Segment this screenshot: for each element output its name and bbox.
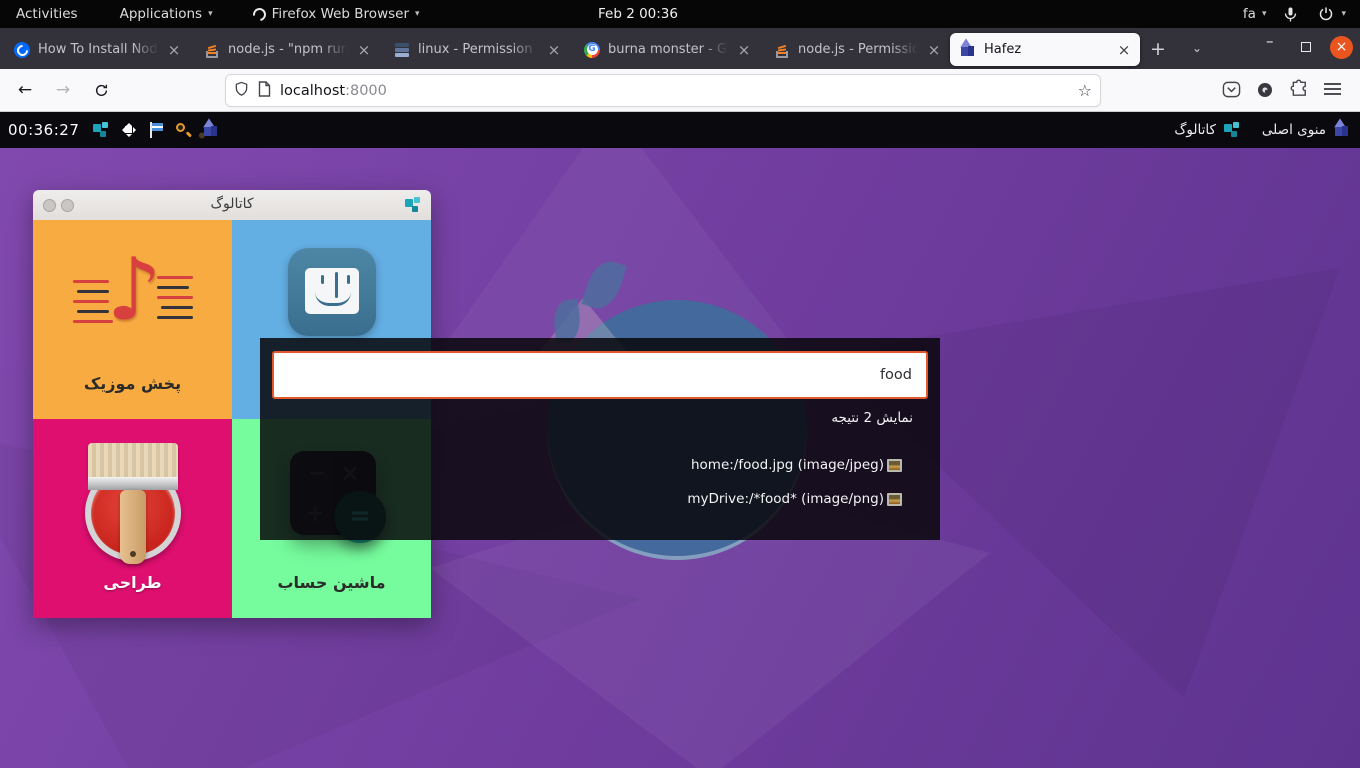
page-status-bar: 00:36:27 منوی اصلی کاتالوگ <box>0 112 1360 148</box>
extensions-puzzle-icon[interactable] <box>1290 79 1309 102</box>
cube-icon <box>1334 118 1350 138</box>
tab-linux-permission[interactable]: linux - Permission de × <box>384 33 570 66</box>
menu-item-main-menu[interactable]: منوی اصلی <box>1262 118 1350 138</box>
page-info-icon[interactable] <box>258 80 271 101</box>
system-menu[interactable]: ▾ <box>1311 0 1354 28</box>
catalog-window-titlebar[interactable]: کاتالوگ <box>33 190 431 220</box>
tab-burna-monster[interactable]: burna monster - Goo × <box>574 33 760 66</box>
page-background: کاتالوگ ♪ پخش موزیک طراحی ماشین حساب foo… <box>0 148 1360 768</box>
status-clock: 00:36:27 <box>8 121 80 139</box>
tile-label: پخش موزیک <box>83 374 182 393</box>
keyboard-layout-indicator[interactable]: fa ▾ <box>1239 0 1271 28</box>
close-tab-icon[interactable]: × <box>736 41 752 59</box>
back-button[interactable]: ← <box>12 77 38 103</box>
tab-npm-run[interactable]: node.js - "npm run b × <box>194 33 380 66</box>
search-icon[interactable] <box>175 122 193 139</box>
result-count-label: نمایش 2 نتیجه <box>831 410 913 426</box>
finder-icon <box>287 248 376 336</box>
flag-icon[interactable] <box>149 122 164 138</box>
chevron-down-icon: ▾ <box>208 9 213 19</box>
close-tab-icon[interactable]: × <box>1116 41 1132 59</box>
tile-label: ماشین حساب <box>277 573 386 592</box>
framed-picture-icon <box>887 492 902 506</box>
search-result-item[interactable]: myDrive:/*food* (image/png) <box>687 491 902 507</box>
firefox-icon <box>250 4 269 24</box>
stackoverflow-icon <box>774 42 790 58</box>
catalog-squares-icon <box>1223 122 1240 138</box>
microphone-icon[interactable] <box>1284 7 1297 22</box>
url-bar[interactable]: localhost:8000 ☆ <box>226 75 1100 106</box>
power-icon <box>1319 7 1333 21</box>
stackoverflow-icon <box>204 42 220 58</box>
close-tab-icon[interactable]: × <box>546 41 562 59</box>
search-result-item[interactable]: home:/food.jpg (image/jpeg) <box>691 457 902 473</box>
stackexchange-icon <box>394 42 410 58</box>
framed-picture-icon <box>887 458 902 472</box>
tile-design[interactable]: طراحی <box>33 419 232 618</box>
tile-label: طراحی <box>103 573 162 592</box>
applications-menu[interactable]: Applications ▾ <box>108 0 225 28</box>
paint-brush-icon <box>81 443 185 571</box>
chevron-down-icon: ▾ <box>1341 9 1346 19</box>
google-icon <box>584 41 600 58</box>
shield-icon[interactable] <box>234 81 249 101</box>
catalog-window-title: کاتالوگ <box>210 196 254 212</box>
cube-icon <box>960 37 976 58</box>
pocket-icon[interactable] <box>1222 80 1241 103</box>
tab-how-to-install-node[interactable]: How To Install Node × <box>4 33 190 66</box>
menu-item-catalog[interactable]: کاتالوگ <box>1174 122 1240 138</box>
bookmark-star-icon[interactable]: ☆ <box>1078 81 1092 100</box>
move-handle-icon[interactable] <box>120 121 138 139</box>
tab-hafez-active[interactable]: Hafez × <box>950 33 1140 66</box>
music-note-icon: ♪ <box>72 244 193 350</box>
tile-music-player[interactable]: ♪ پخش موزیک <box>33 220 232 419</box>
tab-nodejs-permission[interactable]: node.js - Permission × <box>764 33 950 66</box>
search-overlay: نمایش 2 نتیجه home:/food.jpg (image/jpeg… <box>260 338 940 540</box>
new-tab-button[interactable]: + <box>1150 38 1166 60</box>
profile-badge-icon[interactable] <box>1257 82 1273 102</box>
chevron-down-icon: ▾ <box>1261 9 1267 19</box>
close-tab-icon[interactable]: × <box>166 41 182 59</box>
forward-button[interactable]: → <box>50 77 76 103</box>
digitalocean-icon <box>14 41 30 58</box>
cube-icon[interactable] <box>203 118 219 138</box>
clock[interactable]: Feb 2 00:36 <box>598 0 678 28</box>
chevron-down-icon: ▾ <box>415 9 420 19</box>
catalog-squares-icon <box>405 197 421 213</box>
hamburger-menu-icon[interactable] <box>1324 81 1341 100</box>
browser-tab-bar: How To Install Node × node.js - "npm run… <box>0 28 1360 69</box>
tab-list-chevron-icon[interactable]: ⌄ <box>1192 41 1202 55</box>
catalog-squares-icon[interactable] <box>93 122 109 138</box>
close-tab-icon[interactable]: × <box>356 41 372 59</box>
window-minimize-button[interactable]: – <box>1266 32 1274 50</box>
reload-button[interactable] <box>88 77 114 103</box>
browser-navigation-bar: ← → localhost:8000 ☆ <box>0 69 1360 112</box>
search-input[interactable] <box>272 351 928 399</box>
window-close-button[interactable]: × <box>1330 36 1353 59</box>
url-text: localhost:8000 <box>280 82 387 99</box>
app-menu-firefox[interactable]: Firefox Web Browser ▾ <box>241 0 432 28</box>
window-maximize-button[interactable] <box>1301 42 1311 52</box>
activities-button[interactable]: Activities <box>0 0 90 28</box>
gnome-top-bar: Activities Applications ▾ Firefox Web Br… <box>0 0 1360 28</box>
close-tab-icon[interactable]: × <box>926 41 942 59</box>
